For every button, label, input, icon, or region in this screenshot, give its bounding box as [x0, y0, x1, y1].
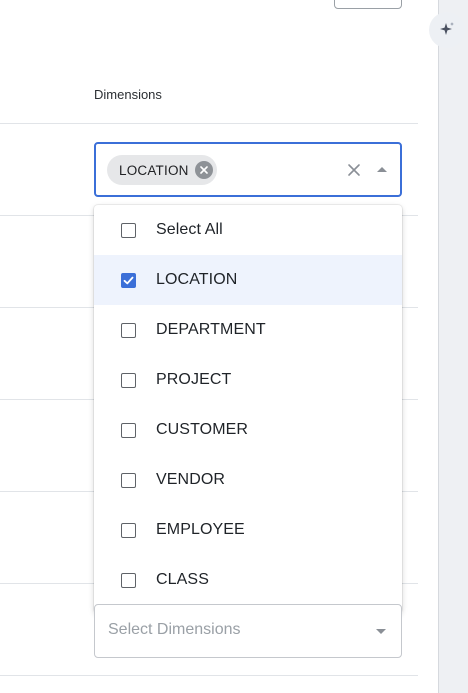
- sparkle-icon: [440, 22, 454, 35]
- right-side-panel: [438, 0, 468, 693]
- option-label: EMPLOYEE: [156, 521, 245, 538]
- option-label: LOCATION: [156, 271, 238, 288]
- option-label: CUSTOMER: [156, 421, 249, 438]
- option-label: CLASS: [156, 571, 209, 588]
- option-department[interactable]: DEPARTMENT: [94, 305, 402, 355]
- top-action-button[interactable]: [334, 0, 402, 9]
- checkbox[interactable]: [121, 222, 136, 238]
- row-divider: [0, 123, 418, 124]
- option-customer[interactable]: CUSTOMER: [94, 405, 402, 455]
- close-circle-icon: [199, 166, 208, 174]
- option-employee[interactable]: EMPLOYEE: [94, 505, 402, 555]
- checkmark-icon: [123, 276, 134, 284]
- caret-up-icon[interactable]: [377, 167, 387, 172]
- dimensions-dropdown-menu: Select All LOCATION DEPARTMENT PROJECT C…: [94, 205, 402, 613]
- select-placeholder: Select Dimensions: [108, 621, 241, 638]
- clear-selection-button[interactable]: [347, 163, 361, 177]
- checkbox[interactable]: [121, 322, 136, 338]
- caret-down-icon[interactable]: [376, 629, 386, 634]
- checkbox[interactable]: [121, 422, 136, 438]
- checkbox[interactable]: [121, 472, 136, 488]
- option-project[interactable]: PROJECT: [94, 355, 402, 405]
- option-vendor[interactable]: VENDOR: [94, 455, 402, 505]
- option-location[interactable]: LOCATION: [94, 255, 402, 305]
- chip-label: LOCATION: [119, 162, 189, 178]
- chip-remove-button[interactable]: [194, 161, 213, 179]
- option-class[interactable]: CLASS: [94, 555, 402, 605]
- option-label: Select All: [156, 221, 223, 238]
- checkbox[interactable]: [121, 522, 136, 538]
- option-label: DEPARTMENT: [156, 321, 266, 338]
- dimensions-multiselect-open[interactable]: LOCATION: [94, 142, 402, 197]
- checkbox[interactable]: [121, 572, 136, 588]
- option-label: PROJECT: [156, 371, 232, 388]
- dimensions-select[interactable]: Select Dimensions: [94, 604, 402, 658]
- option-label: VENDOR: [156, 471, 226, 488]
- row-divider: [0, 675, 418, 676]
- selected-chip: LOCATION: [107, 155, 217, 185]
- checkbox[interactable]: [121, 372, 136, 388]
- dimensions-column-header: Dimensions: [94, 87, 162, 102]
- option-select-all[interactable]: Select All: [94, 205, 402, 255]
- checkbox-checked[interactable]: [121, 272, 136, 288]
- ai-assistant-button[interactable]: [429, 12, 465, 48]
